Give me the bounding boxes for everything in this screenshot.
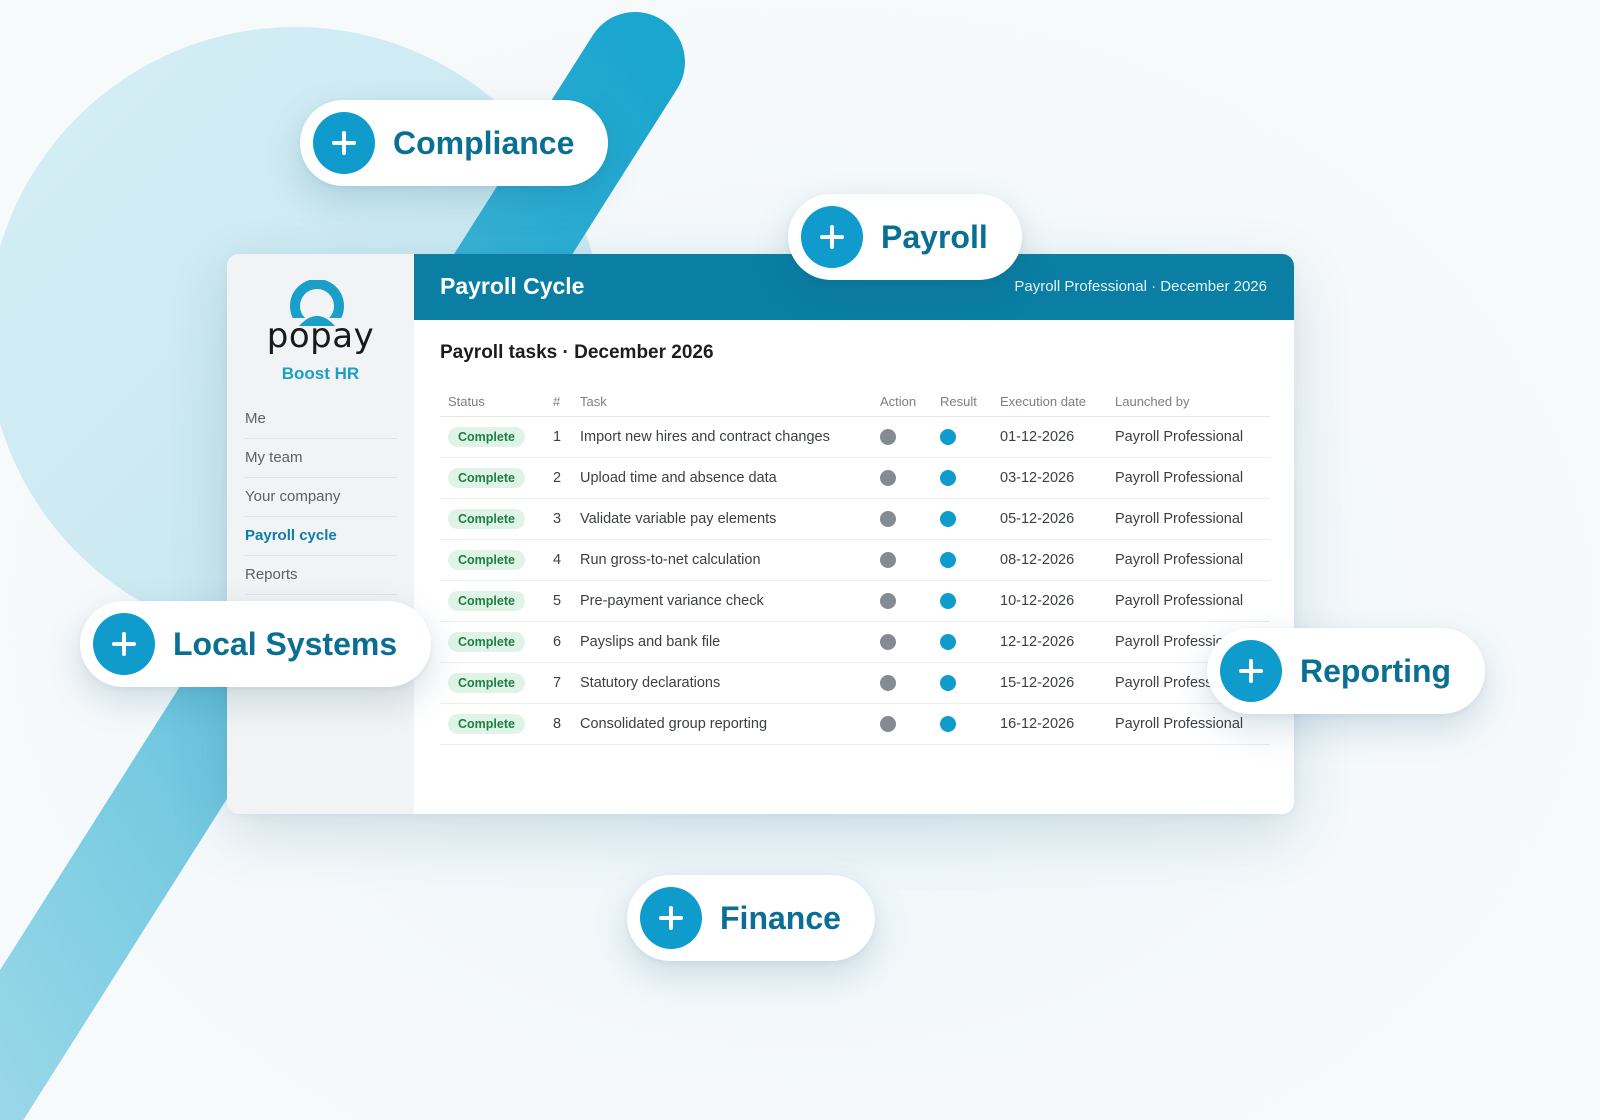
column-header-status[interactable]: Status [440,386,545,417]
table-row[interactable]: Complete 1 Import new hires and contract… [440,416,1270,458]
column-header-number[interactable]: # [545,386,572,417]
status-badge: Complete [448,673,525,693]
launched-by: Payroll Professional [1107,457,1270,499]
plus-icon[interactable] [93,613,155,675]
task-number: 8 [545,703,572,745]
status-badge: Complete [448,427,525,447]
sidebar-item-payroll-cycle[interactable]: Payroll cycle [245,517,397,556]
action-status-icon[interactable] [880,593,896,610]
table-row[interactable]: Complete 2 Upload time and absence data … [440,457,1270,499]
launched-by: Payroll Professional [1107,416,1270,458]
status-badge: Complete [448,714,525,734]
table-row[interactable]: Complete 6 Payslips and bank file 12-12-… [440,621,1270,663]
plus-icon[interactable] [801,206,863,268]
reporting-pill[interactable]: Reporting [1207,628,1486,714]
compliance-pill-label: Compliance [393,124,575,161]
status-badge: Complete [448,509,525,529]
result-status-icon[interactable] [940,470,956,487]
result-status-icon[interactable] [940,675,956,692]
sidebar-item-your-company[interactable]: Your company [245,478,397,517]
sidebar-item-my-team[interactable]: My team [245,439,397,478]
finance-pill-label: Finance [720,899,841,936]
task-name: Consolidated group reporting [572,703,872,745]
status-badge: Complete [448,632,525,652]
logo-wordmark: popay [266,316,375,356]
column-header-task[interactable]: Task [572,386,872,417]
task-number: 5 [545,580,572,622]
sidebar-item-reports[interactable]: Reports [245,556,397,595]
table-row[interactable]: Complete 4 Run gross-to-net calculation … [440,539,1270,581]
result-status-icon[interactable] [940,511,956,528]
column-header-launched-by[interactable]: Launched by [1107,386,1270,417]
sidebar-nav: Me My team Your company Payroll cycle Re… [245,400,397,595]
result-status-icon[interactable] [940,593,956,610]
finance-pill[interactable]: Finance [627,875,875,961]
column-header-result[interactable]: Result [932,386,992,417]
task-name: Payslips and bank file [572,621,872,663]
task-number: 3 [545,498,572,540]
action-status-icon[interactable] [880,470,896,487]
page-title: Payroll Cycle [440,273,585,299]
execution-date: 12-12-2026 [992,621,1107,663]
execution-date: 15-12-2026 [992,662,1107,704]
plus-icon[interactable] [1220,640,1282,702]
action-status-icon[interactable] [880,716,896,733]
task-name: Pre-payment variance check [572,580,872,622]
local-systems-pill-label: Local Systems [173,625,398,662]
task-name: Validate variable pay elements [572,498,872,540]
table-header-row: Status # Task Action Result Execution da… [440,386,1270,417]
column-header-action[interactable]: Action [872,386,932,417]
task-number: 1 [545,416,572,458]
task-number: 6 [545,621,572,663]
reporting-pill-label: Reporting [1300,652,1452,689]
tasks-table: Status # Task Action Result Execution da… [440,386,1270,745]
launched-by: Payroll Professional [1107,580,1270,622]
action-status-icon[interactable] [880,511,896,528]
payroll-pill[interactable]: Payroll [788,194,1022,280]
execution-date: 10-12-2026 [992,580,1107,622]
action-status-icon[interactable] [880,634,896,651]
task-number: 7 [545,662,572,704]
action-status-icon[interactable] [880,552,896,569]
task-name: Import new hires and contract changes [572,416,872,458]
launched-by: Payroll Professional [1107,498,1270,540]
execution-date: 16-12-2026 [992,703,1107,745]
task-number: 2 [545,457,572,499]
execution-date: 03-12-2026 [992,457,1107,499]
result-status-icon[interactable] [940,716,956,733]
header-user-period: Payroll Professional · December 2026 [1014,278,1267,295]
table-row[interactable]: Complete 8 Consolidated group reporting … [440,703,1270,745]
status-badge: Complete [448,550,525,570]
action-status-icon[interactable] [880,675,896,692]
task-name: Upload time and absence data [572,457,872,499]
app-window: popay Boost HR Me My team Your company P… [227,254,1294,814]
result-status-icon[interactable] [940,552,956,569]
column-header-execution-date[interactable]: Execution date [992,386,1107,417]
plus-icon[interactable] [640,887,702,949]
plus-icon[interactable] [313,112,375,174]
execution-date: 08-12-2026 [992,539,1107,581]
logo-tagline: Boost HR [281,364,360,383]
task-number: 4 [545,539,572,581]
launched-by: Payroll Professional [1107,539,1270,581]
task-name: Run gross-to-net calculation [572,539,872,581]
result-status-icon[interactable] [940,634,956,651]
table-row[interactable]: Complete 7 Statutory declarations 15-12-… [440,662,1270,704]
execution-date: 01-12-2026 [992,416,1107,458]
local-systems-pill[interactable]: Local Systems [80,601,432,687]
action-status-icon[interactable] [880,429,896,446]
status-badge: Complete [448,468,525,488]
task-name: Statutory declarations [572,662,872,704]
status-badge: Complete [448,591,525,611]
execution-date: 05-12-2026 [992,498,1107,540]
table-row[interactable]: Complete 3 Validate variable pay element… [440,498,1270,540]
section-title: Payroll tasks · December 2026 [440,342,714,363]
payroll-pill-label: Payroll [881,218,988,255]
compliance-pill[interactable]: Compliance [300,100,609,186]
table-row[interactable]: Complete 5 Pre-payment variance check 10… [440,580,1270,622]
sidebar-item-me[interactable]: Me [245,400,397,439]
sidebar: popay Boost HR Me My team Your company P… [227,254,414,814]
result-status-icon[interactable] [940,429,956,446]
